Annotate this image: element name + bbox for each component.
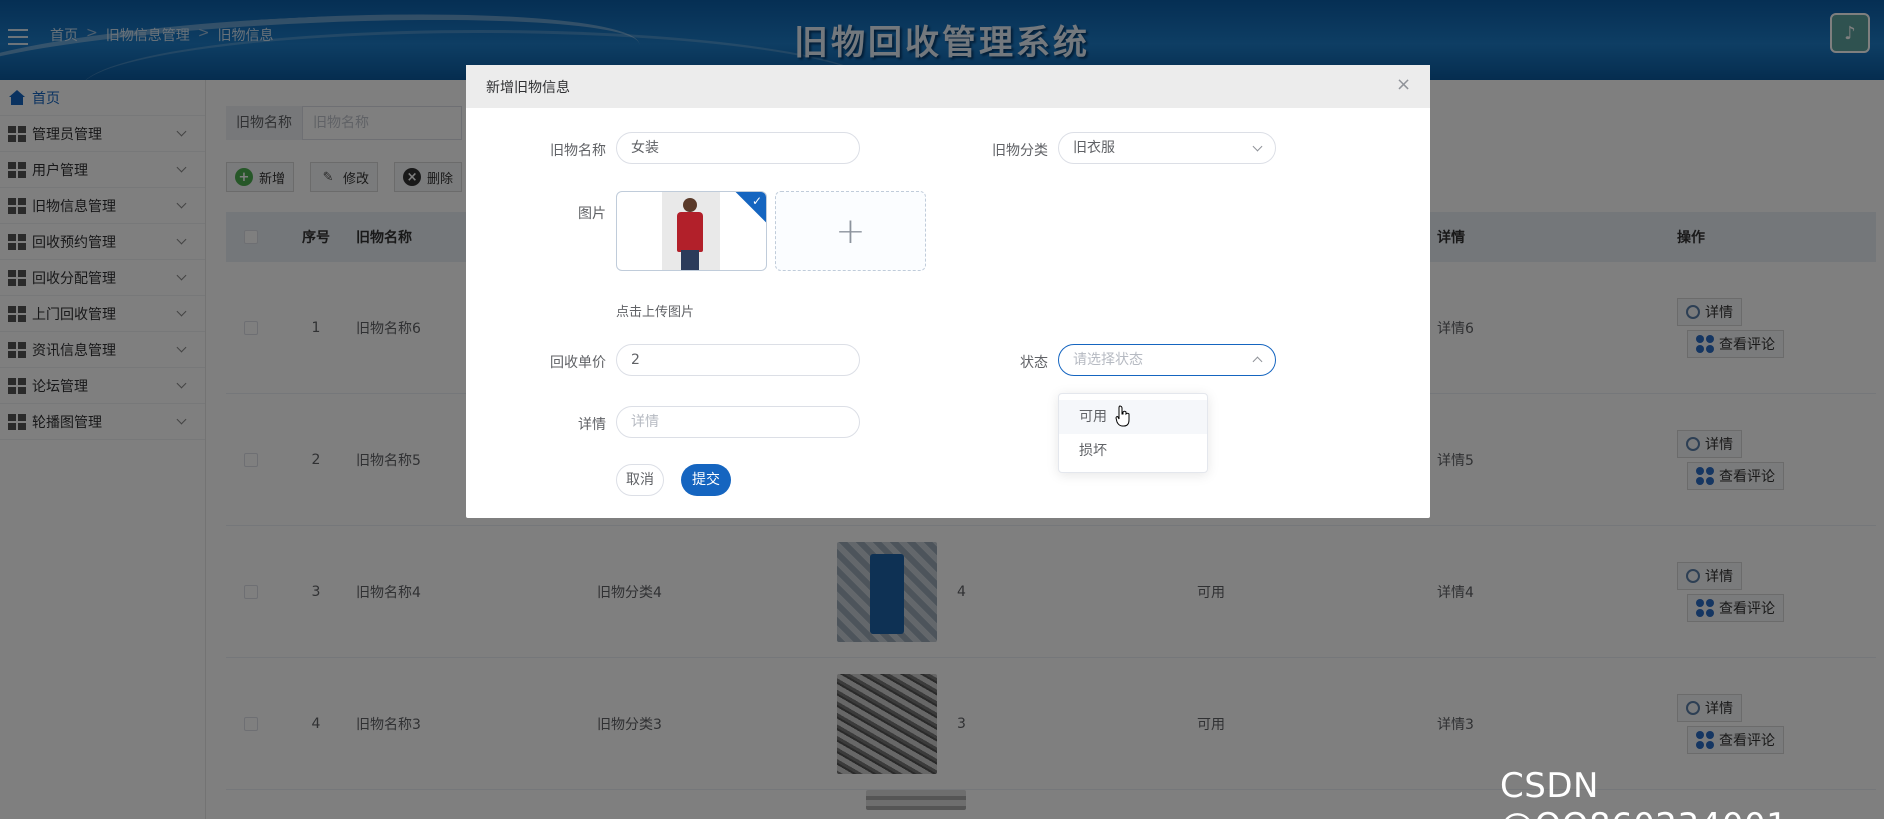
detail-input[interactable]: 详情 — [616, 406, 860, 438]
category-select[interactable]: 旧衣服 — [1058, 132, 1276, 164]
state-select-placeholder: 请选择状态 — [1073, 352, 1143, 368]
success-badge — [734, 192, 766, 224]
chevron-down-icon — [1252, 141, 1263, 152]
detail-label: 详情 — [578, 417, 606, 433]
name-label: 旧物名称 — [550, 143, 606, 159]
submit-button[interactable]: 提交 — [681, 464, 731, 496]
state-label: 状态 — [1020, 355, 1048, 371]
upload-hint: 点击上传图片 — [616, 305, 695, 320]
name-input[interactable]: 女装 — [616, 132, 860, 164]
price-label: 回收单价 — [550, 355, 606, 371]
state-option-damaged[interactable]: 损坏 — [1059, 434, 1207, 468]
price-input[interactable]: 2 — [616, 344, 860, 376]
image-label: 图片 — [578, 206, 606, 222]
category-label: 旧物分类 — [992, 143, 1048, 159]
upload-button[interactable]: + — [775, 191, 926, 271]
close-icon[interactable]: × — [1396, 76, 1411, 94]
category-select-value: 旧衣服 — [1073, 140, 1115, 156]
hand-cursor-icon — [1115, 405, 1130, 427]
check-icon: ✓ — [751, 194, 762, 208]
state-option-available[interactable]: 可用 — [1059, 400, 1207, 434]
cancel-button[interactable]: 取消 — [616, 464, 664, 496]
uploaded-image[interactable]: ✓ — [616, 191, 767, 271]
watermark: CSDN @QQ860234001 — [1500, 766, 1788, 819]
plus-icon: + — [835, 210, 866, 252]
state-dropdown: 可用 损坏 — [1058, 393, 1208, 473]
add-item-dialog: 新增旧物信息 × 旧物名称 女装 旧物分类 旧衣服 图片 ✓ + 点击上传图片 … — [466, 65, 1430, 518]
dialog-header: 新增旧物信息 × — [466, 65, 1430, 108]
chevron-up-icon — [1252, 356, 1263, 367]
dialog-title: 新增旧物信息 — [486, 79, 570, 96]
state-select[interactable]: 请选择状态 — [1058, 344, 1276, 376]
